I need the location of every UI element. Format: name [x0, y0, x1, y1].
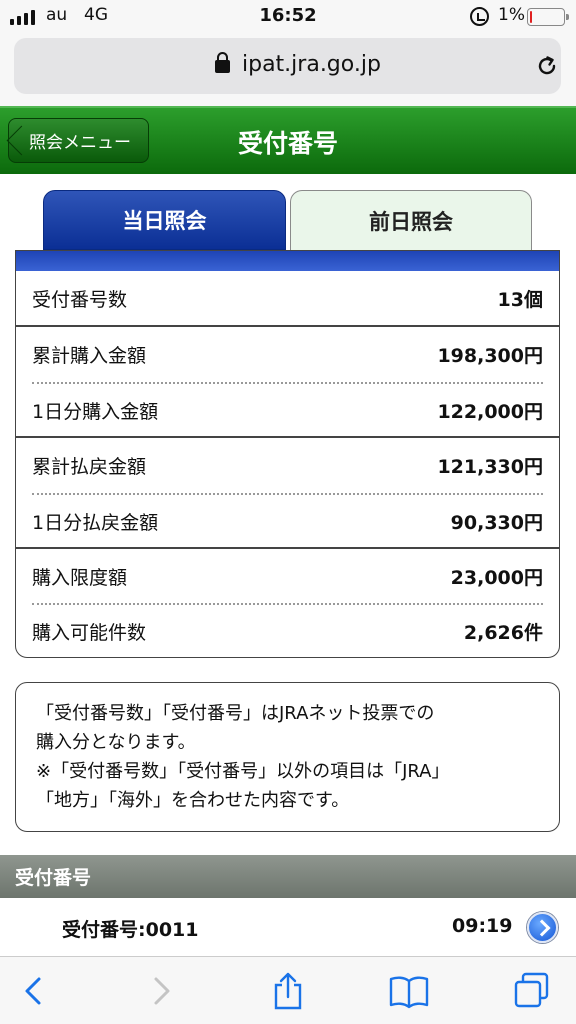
summary-label: 累計購入金額 — [32, 344, 147, 367]
book-icon[interactable] — [389, 971, 429, 1011]
browser-toolbar — [0, 956, 576, 1024]
browser-address-area: ipat.jra.go.jp — [0, 34, 576, 106]
orientation-lock-icon — [470, 7, 489, 26]
battery-percent: 1% — [498, 5, 525, 25]
summary-label: 受付番号数 — [32, 288, 128, 311]
entry-label: 受付番号:0011 — [62, 919, 199, 941]
summary-row: 累計払戻金額 121,330円 — [32, 438, 543, 492]
entry-time: 09:19 — [452, 915, 513, 937]
summary-value: 121,330円 — [437, 455, 543, 478]
reload-icon[interactable] — [535, 54, 559, 78]
summary-table: 受付番号数 13個 累計購入金額 198,300円 1日分購入金額 122,00… — [15, 250, 560, 658]
tabs-icon[interactable] — [512, 971, 552, 1011]
summary-label: 購入限度額 — [32, 566, 128, 589]
summary-row: 購入可能件数 2,626件 — [32, 604, 543, 657]
battery-icon — [527, 8, 569, 26]
list-item[interactable]: 受付番号:0011 09:19 — [0, 898, 576, 956]
summary-row: 受付番号数 13個 — [32, 271, 543, 325]
note-line: 「地方」「海外」を合わせた内容です。 — [36, 790, 350, 811]
summary-top-bar — [16, 251, 559, 271]
summary-value: 90,330円 — [450, 511, 543, 534]
clock: 16:52 — [259, 5, 317, 26]
tab-previous-day[interactable]: 前日照会 — [290, 190, 532, 250]
url-text[interactable]: ipat.jra.go.jp — [242, 52, 381, 77]
summary-label: 1日分購入金額 — [32, 400, 159, 423]
lock-icon — [215, 52, 230, 73]
note-line: 「受付番号数」「受付番号」はJRAネット投票での — [36, 703, 435, 724]
note-line: 購入分となります。 — [36, 732, 196, 753]
status-bar: au 4G 16:52 1% — [0, 0, 576, 34]
chevron-left-icon[interactable] — [14, 971, 54, 1011]
chevron-right-icon[interactable] — [527, 912, 558, 943]
chevron-right-icon — [154, 977, 170, 1005]
summary-row: 購入限度額 23,000円 — [32, 549, 543, 603]
share-icon[interactable] — [268, 971, 308, 1011]
address-bar[interactable]: ipat.jra.go.jp — [14, 38, 561, 94]
tab-today[interactable]: 当日照会 — [43, 190, 286, 250]
page-title: 受付番号 — [237, 129, 338, 158]
summary-row: 1日分払戻金額 90,330円 — [32, 494, 543, 548]
summary-value: 23,000円 — [450, 566, 543, 589]
summary-row: 累計購入金額 198,300円 — [32, 327, 543, 381]
summary-label: 購入可能件数 — [32, 621, 147, 644]
summary-value: 13個 — [497, 288, 543, 311]
tab-today-label: 当日照会 — [122, 209, 207, 233]
battery-fill — [530, 11, 532, 23]
section-header: 受付番号 — [0, 855, 576, 898]
summary-value: 198,300円 — [437, 344, 543, 367]
summary-value: 122,000円 — [437, 400, 543, 423]
info-note: 「受付番号数」「受付番号」はJRAネット投票での 購入分となります。 ※「受付番… — [15, 682, 560, 832]
summary-value: 2,626件 — [463, 621, 543, 644]
summary-label: 1日分払戻金額 — [32, 511, 159, 534]
summary-row: 1日分購入金額 122,000円 — [32, 383, 543, 437]
page-header: 照会メニュー 受付番号 — [0, 106, 576, 174]
summary-label: 累計払戻金額 — [32, 455, 147, 478]
section-title: 受付番号 — [15, 867, 92, 889]
note-line: ※「受付番号数」「受付番号」以外の項目は「JRA」 — [36, 761, 450, 782]
tab-previous-day-label: 前日照会 — [369, 209, 453, 234]
